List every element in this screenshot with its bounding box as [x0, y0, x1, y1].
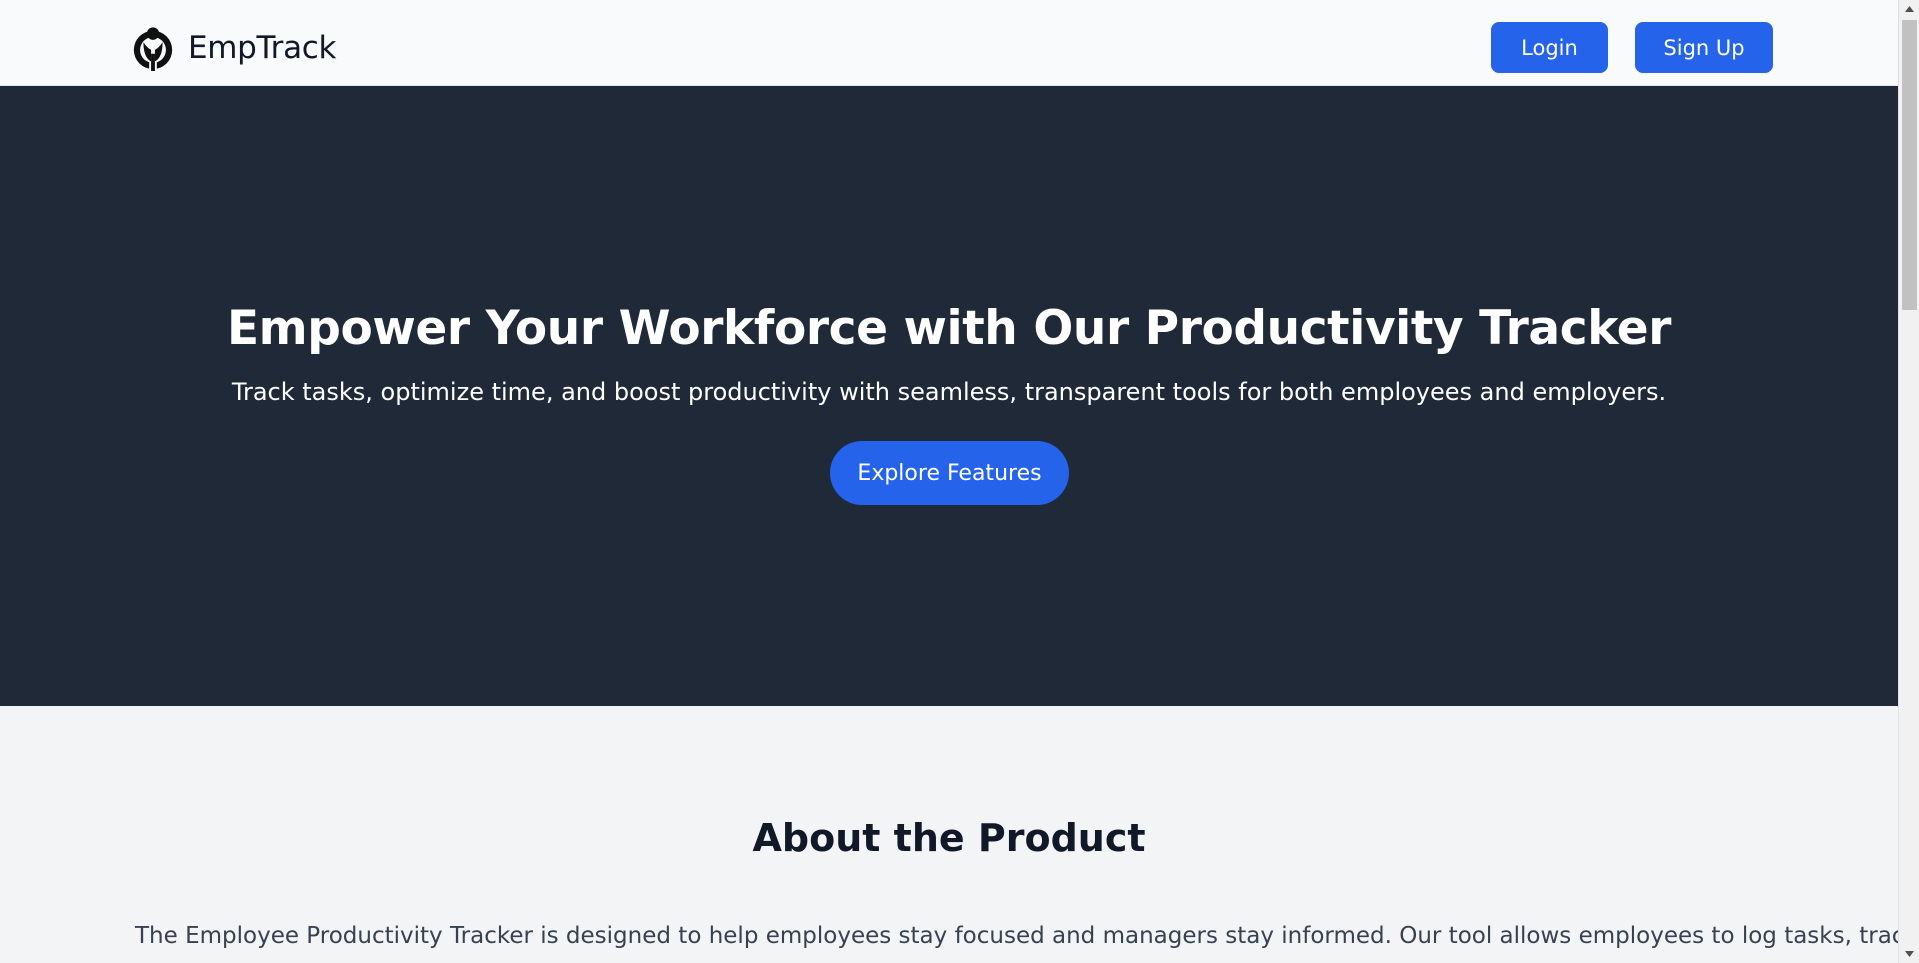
about-text: The Employee Productivity Tracker is des… [135, 923, 1898, 949]
brand[interactable]: EmpTrack [130, 24, 336, 72]
page: EmpTrack Login Sign Up Empower Your Work… [0, 0, 1898, 963]
about-title: About the Product [752, 816, 1146, 860]
scroll-thumb[interactable] [1902, 20, 1917, 310]
hero-subtitle: Track tasks, optimize time, and boost pr… [231, 378, 1667, 406]
about-section: About the Product The Employee Productiv… [0, 706, 1898, 963]
brand-name: EmpTrack [188, 30, 337, 66]
navbar: EmpTrack Login Sign Up [0, 0, 1898, 86]
explore-features-button[interactable]: Explore Features [830, 441, 1069, 505]
logo-icon [133, 27, 173, 71]
vertical-scrollbar[interactable] [1898, 0, 1919, 963]
hero-section: Empower Your Workforce with Our Producti… [0, 86, 1898, 706]
scroll-up-arrow-icon[interactable] [1899, 0, 1919, 18]
login-button[interactable]: Login [1491, 22, 1608, 73]
hero-title: Empower Your Workforce with Our Producti… [226, 301, 1672, 356]
scroll-down-arrow-icon[interactable] [1899, 945, 1919, 963]
signup-button[interactable]: Sign Up [1635, 22, 1773, 73]
